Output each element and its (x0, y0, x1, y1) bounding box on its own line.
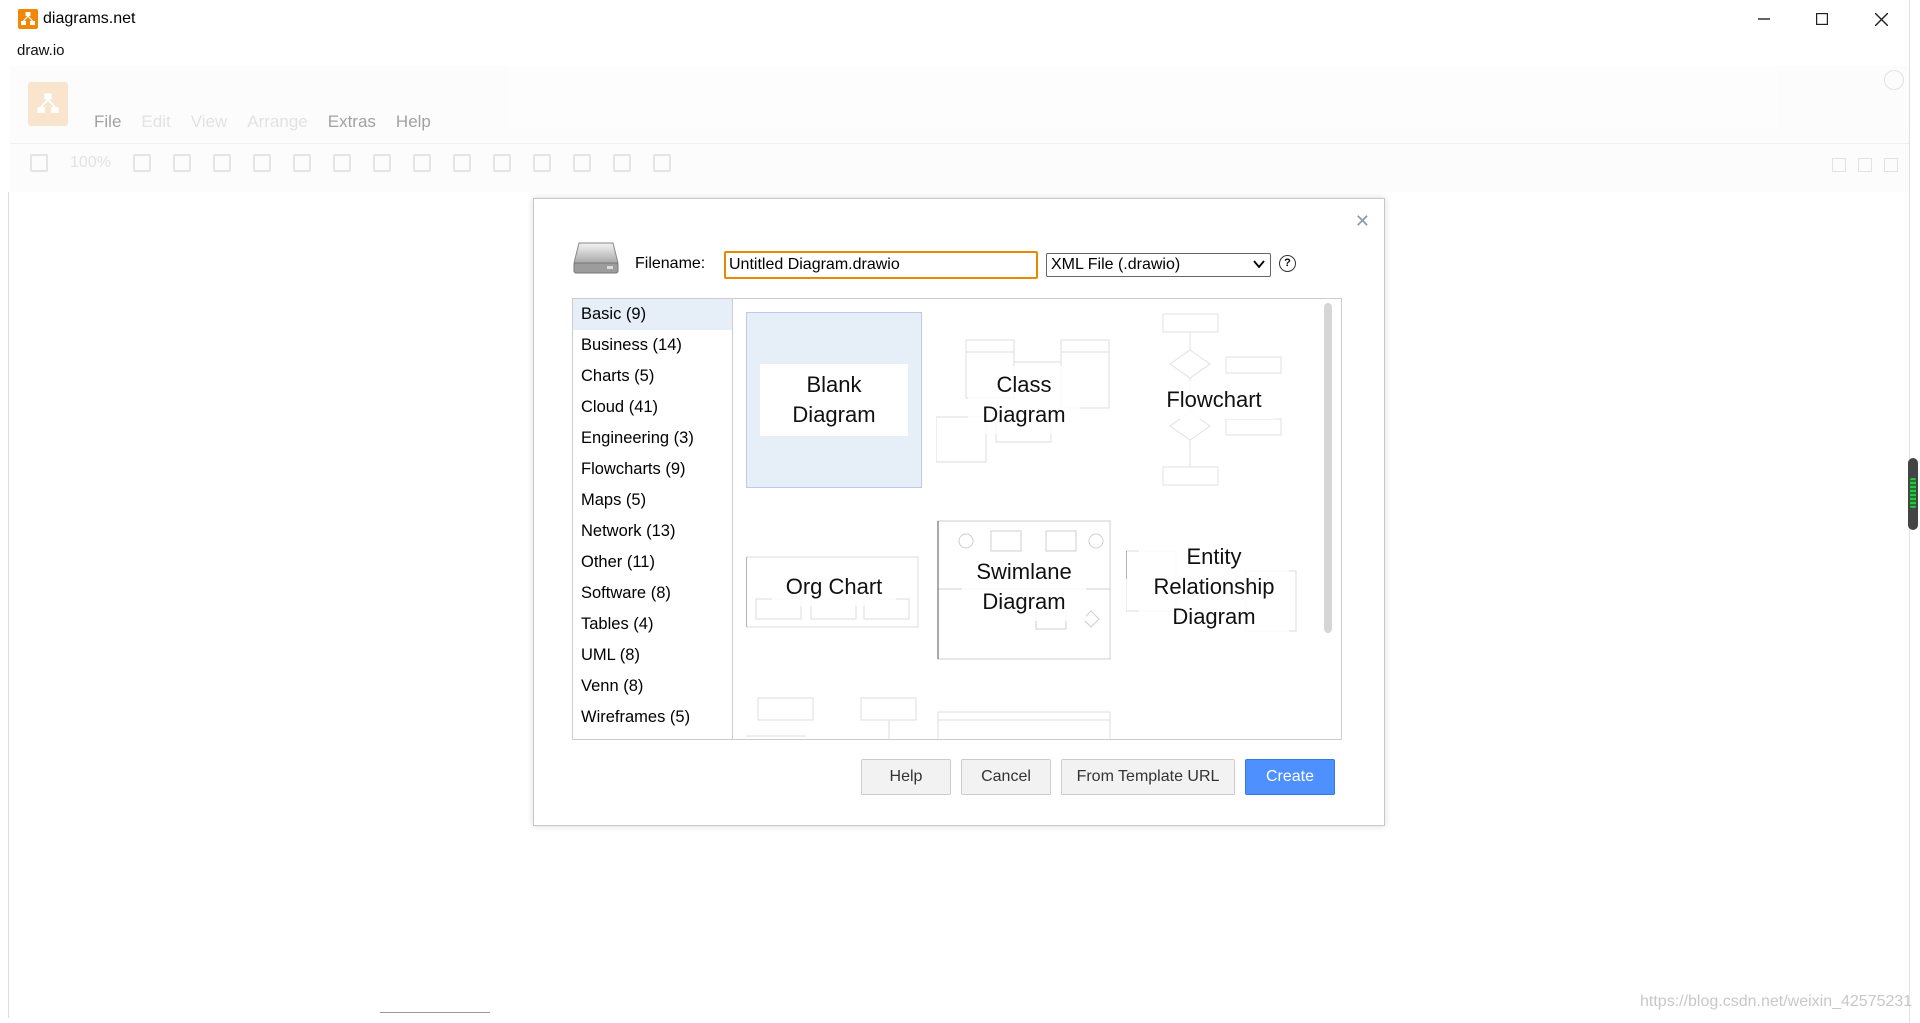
format-panel-icon[interactable] (30, 154, 48, 172)
from-template-url-button[interactable]: From Template URL (1061, 759, 1235, 795)
insert-icon[interactable] (612, 154, 631, 172)
category-software[interactable]: Software (8) (573, 578, 732, 609)
category-list: Basic (9) Business (14) Charts (5) Cloud… (573, 299, 733, 739)
category-other[interactable]: Other (11) (573, 547, 732, 578)
menu-help[interactable]: Help (396, 112, 431, 132)
fullscreen-icon[interactable] (1832, 158, 1846, 172)
maximize-button[interactable] (1793, 0, 1851, 38)
maximize-icon (1816, 13, 1828, 25)
template-partial-preview-1[interactable] (746, 694, 922, 739)
filename-input[interactable] (724, 251, 1038, 279)
delete-icon[interactable] (292, 154, 311, 172)
template-swimlane-diagram[interactable]: Swimlane Diagram (936, 499, 1112, 675)
table-icon[interactable] (652, 154, 671, 172)
to-front-icon[interactable] (332, 154, 351, 172)
window-title: diagrams.net (43, 10, 136, 27)
to-back-icon[interactable] (372, 154, 391, 172)
create-button[interactable]: Create (1245, 759, 1335, 795)
template-label: Flowchart (1152, 381, 1276, 419)
template-grid: Blank Diagram Class Diagram Flowchart Or… (734, 299, 1341, 739)
format-toggle-icon[interactable] (1858, 158, 1872, 172)
window-titlebar: diagrams.net (0, 0, 1920, 40)
category-basic[interactable]: Basic (9) (573, 299, 732, 330)
app-chrome: File Edit View Arrange Extras Help 100% (10, 66, 1910, 192)
category-tables[interactable]: Tables (4) (573, 609, 732, 640)
filename-label: Filename: (635, 255, 706, 272)
format-select[interactable]: XML File (.drawio) (1046, 253, 1271, 277)
menu-view[interactable]: View (191, 112, 228, 132)
line-color-icon[interactable] (452, 154, 471, 172)
undo-icon[interactable] (212, 154, 231, 172)
category-network[interactable]: Network (13) (573, 516, 732, 547)
menu-arrange[interactable]: Arrange (247, 112, 307, 132)
template-label: Entity Relationship Diagram (1139, 538, 1289, 636)
category-wireframes[interactable]: Wireframes (5) (573, 702, 732, 733)
template-scrollbar[interactable] (1324, 303, 1332, 633)
language-globe-icon[interactable] (1884, 70, 1904, 90)
category-maps[interactable]: Maps (5) (573, 485, 732, 516)
hard-drive-icon (573, 242, 619, 274)
category-charts[interactable]: Charts (5) (573, 361, 732, 392)
canvas-left-edge (8, 192, 9, 1018)
category-engineering[interactable]: Engineering (3) (573, 423, 732, 454)
watermark: https://blog.csdn.net/weixin_42575231 (1640, 993, 1913, 1010)
menu-extras[interactable]: Extras (328, 112, 376, 132)
close-icon (1874, 12, 1888, 26)
shadow-icon[interactable] (492, 154, 511, 172)
canvas-scrollbar[interactable] (1908, 458, 1918, 530)
zoom-in-icon[interactable] (132, 154, 151, 172)
close-window-button[interactable] (1852, 0, 1910, 38)
template-class-diagram[interactable]: Class Diagram (936, 312, 1112, 488)
template-org-chart[interactable]: Org Chart (746, 499, 922, 675)
connection-icon[interactable] (532, 154, 551, 172)
template-entity-relationship-diagram[interactable]: Entity Relationship Diagram (1126, 499, 1302, 675)
toolbar-divider (10, 143, 1910, 144)
chevron-down-icon (1253, 260, 1265, 269)
cancel-button[interactable]: Cancel (961, 759, 1051, 795)
template-label: Swimlane Diagram (962, 553, 1086, 621)
menu-edit[interactable]: Edit (141, 112, 170, 132)
dialog-close-icon[interactable]: ✕ (1355, 211, 1370, 232)
drawio-logo-icon (28, 82, 68, 126)
help-button[interactable]: Help (861, 759, 951, 795)
zoom-out-icon[interactable] (172, 154, 191, 172)
zoom-level[interactable]: 100% (70, 154, 111, 172)
template-label: Blank Diagram (760, 364, 908, 436)
minimize-icon (1758, 18, 1770, 20)
right-toolbar (1832, 158, 1898, 172)
collapse-icon[interactable] (1884, 158, 1898, 172)
help-question-icon[interactable]: ? (1279, 255, 1296, 272)
minimize-button[interactable] (1735, 0, 1793, 38)
canvas-fragment (380, 1012, 490, 1023)
category-business[interactable]: Business (14) (573, 330, 732, 361)
template-partial-preview-2[interactable] (936, 694, 1112, 739)
template-blank-diagram[interactable]: Blank Diagram (746, 312, 922, 488)
window-subtitle: draw.io (17, 42, 65, 59)
fill-color-icon[interactable] (412, 154, 431, 172)
menubar: File Edit View Arrange Extras Help (94, 112, 431, 132)
category-flowcharts[interactable]: Flowcharts (9) (573, 454, 732, 485)
waypoints-icon[interactable] (572, 154, 591, 172)
category-uml[interactable]: UML (8) (573, 640, 732, 671)
format-select-value: XML File (.drawio) (1051, 256, 1181, 273)
menu-file[interactable]: File (94, 112, 121, 132)
redo-icon[interactable] (252, 154, 271, 172)
new-diagram-dialog: ✕ Filename: XML File (.drawio) ? Basic (… (533, 198, 1385, 826)
template-label: Org Chart (771, 568, 897, 606)
template-flowchart[interactable]: Flowchart (1126, 312, 1302, 488)
template-label: Class Diagram (968, 366, 1080, 434)
drawio-app-icon (18, 9, 38, 29)
category-venn[interactable]: Venn (8) (573, 671, 732, 702)
toolbar: 100% (30, 154, 671, 172)
category-cloud[interactable]: Cloud (41) (573, 392, 732, 423)
template-browser: Basic (9) Business (14) Charts (5) Cloud… (572, 298, 1342, 740)
